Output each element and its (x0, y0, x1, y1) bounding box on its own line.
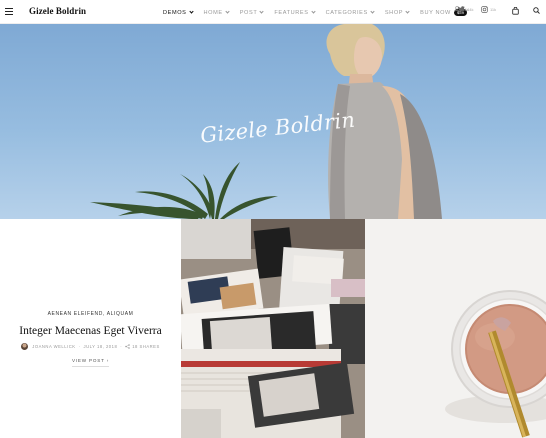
post-category-link[interactable]: AENEAN ELEIFEND (48, 311, 103, 317)
nav-item-home[interactable]: HOME (204, 9, 230, 16)
magazines-photo (181, 219, 365, 438)
hero-banner: Gizele Boldrin (0, 24, 546, 219)
makeup-image[interactable] (365, 219, 546, 438)
twitter-icon (458, 6, 465, 12)
magazines-image[interactable] (181, 219, 365, 438)
nav-item-features[interactable]: FEATURES (274, 9, 316, 16)
social-link-instagram[interactable]: 11k (481, 6, 496, 13)
main-nav: DEMOS HOME POST FEATURES CATEGORIES SHOP… (163, 8, 478, 17)
chevron-down-icon (370, 9, 375, 14)
chevron-down-icon (188, 9, 194, 14)
nav-item-shop[interactable]: SHOP (385, 9, 410, 16)
author-avatar (21, 343, 29, 350)
post-title[interactable]: Integer Maecenas Eget Viverra (0, 325, 181, 337)
chevron-down-icon (405, 9, 410, 14)
post-shares: 18 SHARES (132, 344, 160, 349)
site-logo[interactable]: Gizele Boldrin (29, 6, 86, 16)
post-card: AENEAN ELEIFEND, ALIQUAM Integer Maecena… (0, 219, 181, 438)
social-link-twitter[interactable]: 44k (458, 6, 473, 12)
post-author[interactable]: JOANNA WELLICK (32, 344, 75, 349)
site-header: Gizele Boldrin DEMOS HOME POST FEATURES … (0, 0, 546, 24)
post-categories: AENEAN ELEIFEND, ALIQUAM (47, 311, 134, 317)
hamburger-menu-icon[interactable] (5, 8, 13, 16)
post-meta: JOANNA WELLICK · JULY 18, 2018 · 18 SHAR… (0, 343, 181, 350)
post-date: JULY 18, 2018 (83, 344, 118, 349)
cart-icon[interactable] (512, 7, 519, 15)
share-icon (125, 344, 130, 349)
nav-item-post[interactable]: POST (240, 9, 264, 16)
instagram-icon (481, 6, 488, 13)
chevron-down-icon (310, 9, 316, 14)
makeup-photo (365, 219, 546, 438)
chevron-down-icon (225, 9, 230, 14)
arrow-right-icon: › (106, 358, 110, 363)
chevron-down-icon (259, 9, 264, 14)
nav-item-categories[interactable]: CATEGORIES (326, 9, 375, 16)
post-category-link[interactable]: ALIQUAM (107, 311, 134, 317)
nav-item-demos[interactable]: DEMOS (163, 9, 194, 16)
search-icon[interactable] (533, 7, 540, 14)
view-post-link[interactable]: VIEW POST › (0, 358, 181, 367)
